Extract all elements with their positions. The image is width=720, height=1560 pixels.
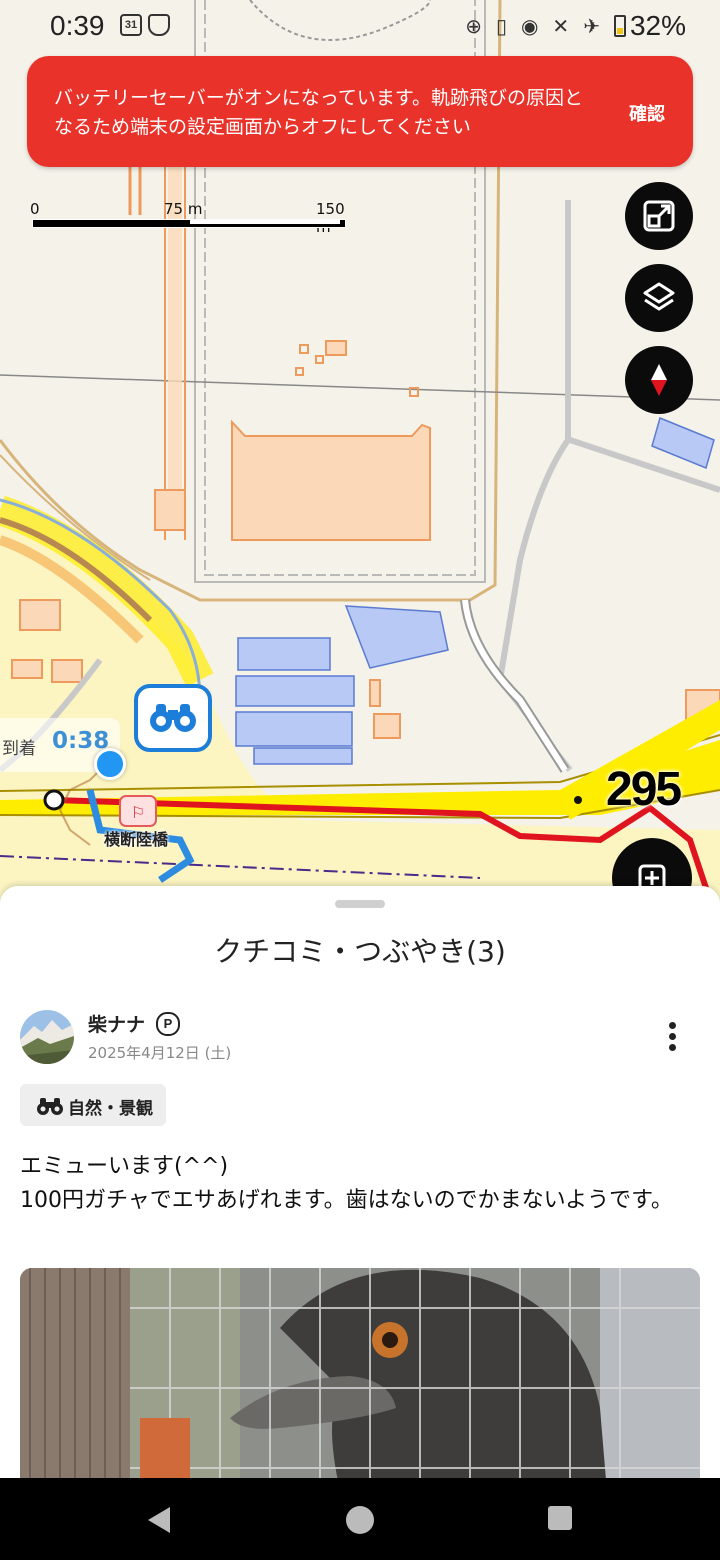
binoculars-icon bbox=[150, 704, 196, 732]
post-text: エミューいます(^^) 100円ガチャでエサあげれます。歯はないのでかまないよう… bbox=[20, 1150, 680, 1218]
compass-button[interactable] bbox=[625, 346, 693, 414]
map-view[interactable]: ⚐ 0:39 31 ⊕ ▯ ◉ ✕ ✈ 32% バッテリーセーバーがオンになって… bbox=[0, 0, 720, 900]
arrival-label: 到着 bbox=[2, 739, 36, 759]
road-number-label: 295 bbox=[606, 763, 682, 816]
home-icon[interactable] bbox=[346, 1506, 374, 1534]
system-nav-bar bbox=[0, 1478, 720, 1560]
status-left-icons: 31 bbox=[120, 14, 170, 36]
location-icon: ◉ bbox=[520, 15, 539, 38]
map-scale: 0 75 m 150 m bbox=[30, 200, 350, 236]
post-date: 2025年4月12日 (土) bbox=[88, 1044, 232, 1062]
scale-label-75: 75 m bbox=[164, 200, 203, 218]
category-tag[interactable]: 自然・景観 bbox=[20, 1084, 166, 1126]
calendar-icon: 31 bbox=[120, 14, 142, 36]
back-icon[interactable] bbox=[148, 1507, 170, 1533]
battery-saver-banner: バッテリーセーバーがオンになっています。軌跡飛びの原因となるため端末の設定画面か… bbox=[27, 56, 693, 167]
bridge-label: 横断陸橋 bbox=[104, 830, 169, 849]
svg-text:⚐: ⚐ bbox=[131, 803, 145, 822]
more-dot bbox=[668, 1044, 676, 1051]
more-dot bbox=[668, 1033, 676, 1040]
current-location-dot bbox=[94, 748, 126, 780]
premium-badge: P bbox=[156, 1012, 180, 1036]
emu-photo bbox=[20, 1268, 700, 1480]
scale-label-0: 0 bbox=[30, 200, 40, 218]
sheet-title: クチコミ・つぶやき(3) bbox=[214, 935, 506, 968]
banner-message: バッテリーセーバーがオンになっています。軌跡飛びの原因となるため端末の設定画面か… bbox=[54, 87, 583, 138]
no-sim-icon: ▯ bbox=[495, 15, 507, 38]
status-right-icons: ⊕ ▯ ◉ ✕ ✈ 32% bbox=[465, 10, 686, 42]
more-dot bbox=[668, 1022, 676, 1029]
target-icon: ⊕ bbox=[465, 15, 482, 38]
user-name[interactable]: 柴ナナ bbox=[88, 1010, 145, 1037]
layers-button[interactable] bbox=[625, 264, 693, 332]
scale-label-150: 150 m bbox=[316, 200, 345, 236]
compass-icon bbox=[651, 364, 667, 396]
battery-percent: 32% bbox=[629, 10, 686, 41]
post-photo[interactable] bbox=[20, 1268, 700, 1480]
category-tag-label: 自然・景観 bbox=[68, 1099, 153, 1119]
recents-icon[interactable] bbox=[548, 1506, 572, 1530]
fit-screen-icon bbox=[643, 200, 675, 232]
reviews-sheet[interactable]: クチコミ・つぶやき(3) 柴ナナ P 2025年4月12日 (土) 自然・景観 … bbox=[0, 886, 720, 1480]
battery-icon bbox=[613, 15, 626, 37]
avatar[interactable] bbox=[20, 1010, 74, 1064]
mute-icon: ✕ bbox=[552, 15, 570, 38]
airplane-icon: ✈ bbox=[583, 15, 600, 38]
more-options-button[interactable] bbox=[660, 1020, 684, 1056]
scenery-spot-marker[interactable] bbox=[134, 684, 212, 752]
layers-icon bbox=[643, 282, 675, 311]
confirm-button[interactable]: 確認 bbox=[629, 100, 665, 126]
scale-bar-mid bbox=[190, 219, 340, 224]
binoculars-icon bbox=[37, 1098, 63, 1115]
shield-icon bbox=[148, 14, 170, 36]
sheet-drag-handle[interactable] bbox=[335, 900, 385, 908]
post-text-line: 100円ガチャでエサあげれます。歯はないのでかまないようです。 bbox=[20, 1188, 673, 1213]
fit-screen-button[interactable] bbox=[625, 182, 693, 250]
post-text-line: エミューいます(^^) bbox=[20, 1154, 229, 1179]
status-bar: 0:39 31 ⊕ ▯ ◉ ✕ ✈ 32% bbox=[0, 0, 720, 56]
status-time: 0:39 bbox=[50, 10, 105, 41]
